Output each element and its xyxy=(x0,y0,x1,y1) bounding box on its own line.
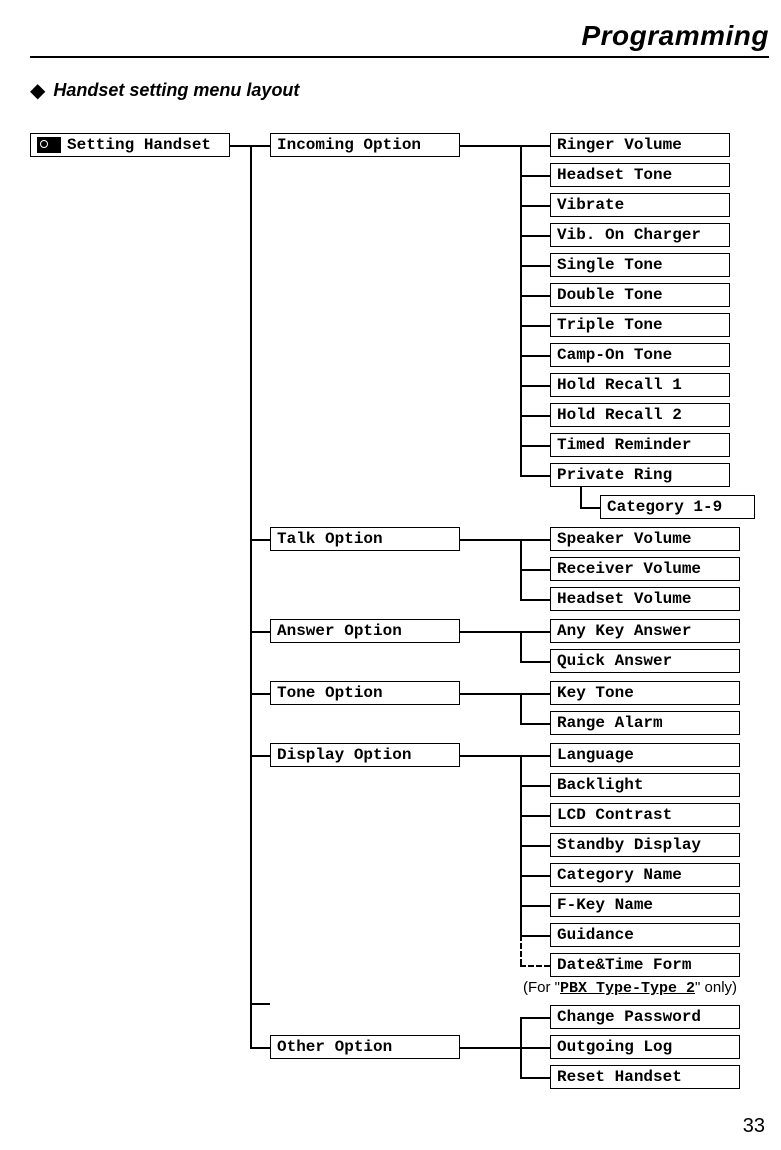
leaf-category-name: Category Name xyxy=(550,863,740,887)
other-option-node: Other Option xyxy=(270,1035,460,1059)
leaf-standby-display: Standby Display xyxy=(550,833,740,857)
leaf-any-key-answer: Any Key Answer xyxy=(550,619,740,643)
leaf-speaker-volume: Speaker Volume xyxy=(550,527,740,551)
section-title: Handset setting menu layout xyxy=(53,80,299,101)
chapter-title: Programming xyxy=(30,20,769,52)
settings-icon xyxy=(37,137,61,153)
answer-option-node: Answer Option xyxy=(270,619,460,643)
leaf-camp-on-tone: Camp-On Tone xyxy=(550,343,730,367)
leaf-range-alarm: Range Alarm xyxy=(550,711,740,735)
talk-option-node: Talk Option xyxy=(270,527,460,551)
leaf-outgoing-log: Outgoing Log xyxy=(550,1035,740,1059)
leaf-headset-volume: Headset Volume xyxy=(550,587,740,611)
leaf-language: Language xyxy=(550,743,740,767)
leaf-fkey-name: F-Key Name xyxy=(550,893,740,917)
incoming-option-node: Incoming Option xyxy=(270,133,460,157)
leaf-category-1-9: Category 1-9 xyxy=(600,495,755,519)
leaf-receiver-volume: Receiver Volume xyxy=(550,557,740,581)
menu-tree-diagram: Setting Handset Incoming Option Ringer V… xyxy=(30,133,770,1093)
leaf-headset-tone: Headset Tone xyxy=(550,163,730,187)
annotation-pbx-only: (For "PBX Type-Type 2" only) xyxy=(523,979,737,997)
leaf-lcd-contrast: LCD Contrast xyxy=(550,803,740,827)
page-number: 33 xyxy=(743,1115,765,1138)
leaf-quick-answer: Quick Answer xyxy=(550,649,740,673)
leaf-hold-recall-1: Hold Recall 1 xyxy=(550,373,730,397)
display-option-node: Display Option xyxy=(270,743,460,767)
header-rule xyxy=(30,56,769,58)
leaf-reset-handset: Reset Handset xyxy=(550,1065,740,1089)
leaf-guidance: Guidance xyxy=(550,923,740,947)
leaf-vib-on-charger: Vib. On Charger xyxy=(550,223,730,247)
leaf-ringer-volume: Ringer Volume xyxy=(550,133,730,157)
leaf-date-time-form: Date&Time Form xyxy=(550,953,740,977)
leaf-hold-recall-2: Hold Recall 2 xyxy=(550,403,730,427)
leaf-timed-reminder: Timed Reminder xyxy=(550,433,730,457)
root-label: Setting Handset xyxy=(67,133,211,157)
root-node: Setting Handset xyxy=(30,133,230,157)
leaf-double-tone: Double Tone xyxy=(550,283,730,307)
leaf-triple-tone: Triple Tone xyxy=(550,313,730,337)
leaf-change-password: Change Password xyxy=(550,1005,740,1029)
diamond-icon: ◆ xyxy=(30,78,45,103)
leaf-backlight: Backlight xyxy=(550,773,740,797)
leaf-key-tone: Key Tone xyxy=(550,681,740,705)
leaf-private-ring: Private Ring xyxy=(550,463,730,487)
tone-option-node: Tone Option xyxy=(270,681,460,705)
leaf-single-tone: Single Tone xyxy=(550,253,730,277)
leaf-vibrate: Vibrate xyxy=(550,193,730,217)
